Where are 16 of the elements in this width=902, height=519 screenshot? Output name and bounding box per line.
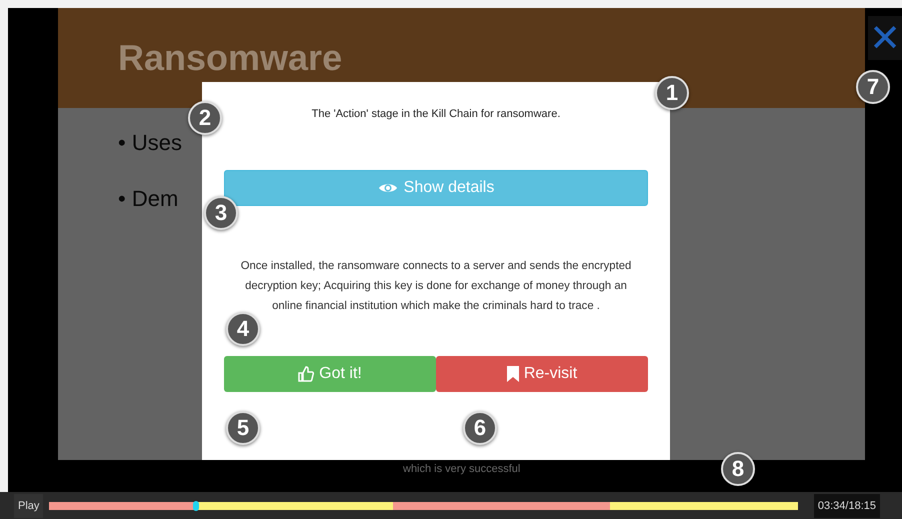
- description-text: Once installed, the ransomware connects to a server and sends the encrypted decryption key; Acquiring this key is done for exchange of money through an online financial institution which make the criminals hard to trace .: [240, 259, 632, 314]
- progress-track[interactable]: [49, 502, 798, 510]
- bullet-text: • Dem: [118, 186, 178, 212]
- bookmark-icon: [506, 366, 519, 382]
- slide-caption: which is very successful: [403, 463, 520, 475]
- playhead-handle[interactable]: [193, 500, 200, 510]
- time-display: 03:34/18:15: [814, 494, 880, 518]
- thumbs-up-icon: [298, 366, 314, 382]
- play-button[interactable]: Play: [14, 494, 44, 518]
- got-it-button[interactable]: Got it!: [224, 356, 436, 392]
- bullet-text: • Uses: [118, 130, 182, 156]
- close-button[interactable]: ✕: [868, 16, 902, 60]
- show-details-button[interactable]: Show details: [224, 170, 648, 206]
- revisit-button[interactable]: Re-visit: [436, 356, 648, 392]
- question-text: The 'Action' stage in the Kill Chain for ransomware.: [312, 108, 560, 120]
- slide-title: Ransomware: [118, 37, 342, 79]
